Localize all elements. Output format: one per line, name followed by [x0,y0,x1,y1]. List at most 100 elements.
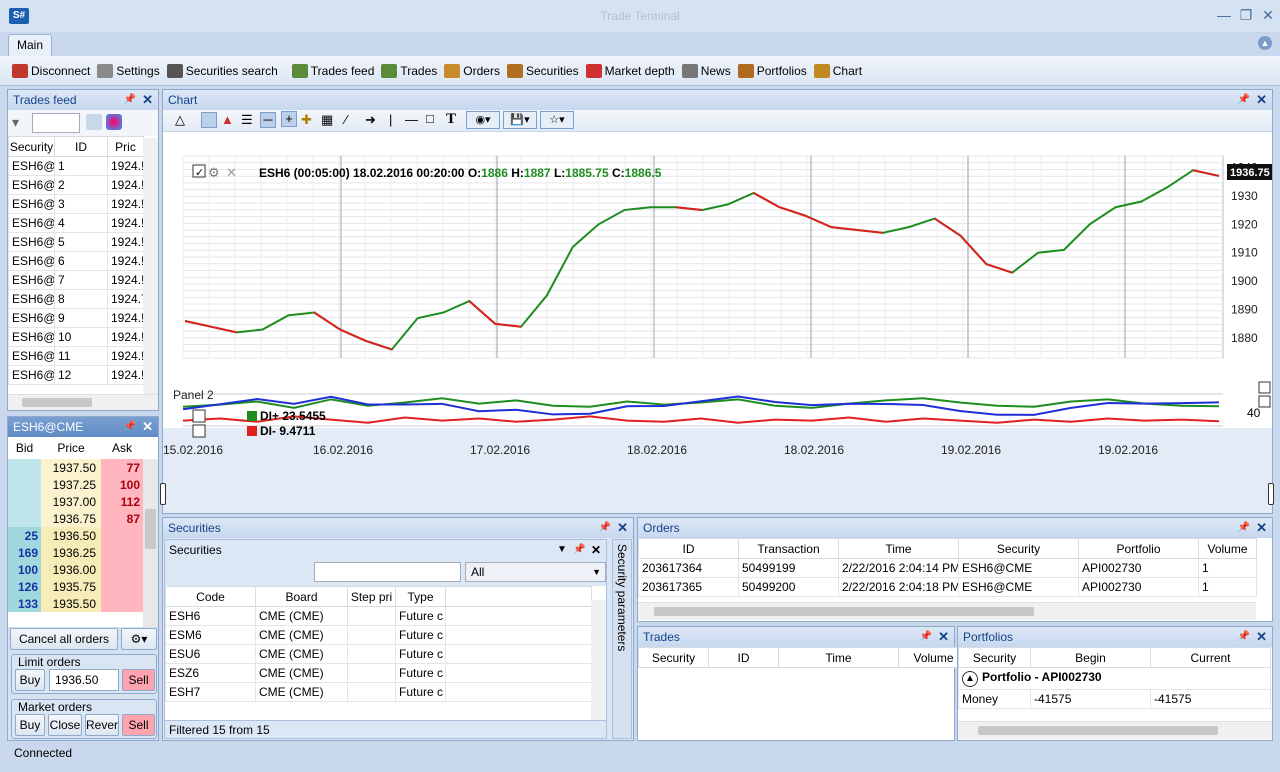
share-dropdown[interactable]: ☆▾ [540,111,574,129]
table-row[interactable]: ESH6@(71924.! [8,270,144,290]
maximize-button[interactable]: ❐ [1236,6,1256,24]
pin-icon[interactable]: 📌 [1238,90,1250,110]
table-row[interactable]: ESH6 CME (CME) Future c [165,606,592,626]
table-row[interactable]: Money -41575 -41575 [958,689,1271,709]
close-icon[interactable]: ✕ [591,540,601,560]
column-header[interactable]: Step pri [347,586,396,607]
di-minus-checkbox[interactable] [192,424,206,438]
limit-price-input[interactable]: 1936.50 [49,669,119,691]
portfolios-hscroll[interactable] [958,721,1272,739]
column-header[interactable]: Time [838,538,959,559]
column-header[interactable]: Ask [101,437,143,459]
market-buy-button[interactable]: Buy [15,714,45,736]
table-row[interactable]: ESH6@(101924.! [8,327,144,347]
close-icon[interactable]: ✕ [1256,518,1267,538]
trend-line-icon[interactable]: ∕ [345,112,347,127]
pin-icon[interactable]: 📌 [1238,627,1250,647]
close-icon[interactable]: ✕ [617,518,628,538]
filter-icon[interactable]: ▾ [12,114,19,131]
column-header[interactable]: Security [958,647,1031,668]
pin-icon[interactable]: 📌 [1238,518,1250,538]
trades-feed-button[interactable]: Trades feed [291,64,374,78]
market-reverse-button[interactable]: Rever [85,714,119,736]
text-icon[interactable]: T [446,111,456,128]
trades-feed-hscroll[interactable] [8,394,158,410]
security-parameters-tab[interactable]: Security parameters [612,539,632,739]
gear-dropdown-button[interactable]: ⚙▾ [121,628,157,650]
pin-icon[interactable]: 📌 [124,90,136,110]
table-row[interactable]: ESH7 CME (CME) Future c [165,682,592,702]
color-icon[interactable] [106,114,122,130]
series-remove-icon[interactable]: ✕ [226,165,237,180]
table-row[interactable]: 133 1935.50 [8,595,143,612]
pin-icon[interactable]: 📌 [573,540,585,560]
save-dropdown[interactable]: 💾▾ [503,111,537,129]
column-header[interactable]: Security [958,538,1079,559]
minimize-button[interactable]: — [1214,6,1234,24]
close-icon[interactable]: ✕ [142,417,153,437]
crosshair-icon[interactable]: + [281,111,297,127]
table-row[interactable]: 1937.00 112 [8,493,143,510]
column-header[interactable]: Security [8,136,55,157]
table-row[interactable]: 203617364 50499199 2/22/2016 2:04:14 PM ESH… [638,558,1257,578]
table-row[interactable]: ESH6@(121924.! [8,365,144,385]
collapse-ribbon-icon[interactable]: ▲ [1258,36,1272,50]
price-chart[interactable]: 188018901900191019201930194015.02.201616… [163,132,1272,513]
scale-icon[interactable]: ▦ [321,112,333,128]
column-header[interactable]: Bid [8,437,41,459]
column-header[interactable]: Type [395,586,446,607]
news-button[interactable]: News [681,64,731,78]
table-row[interactable]: ESM6 CME (CME) Future c [165,625,592,645]
pin-icon[interactable]: 📌 [124,417,136,437]
close-icon[interactable]: ✕ [142,90,153,110]
close-icon[interactable]: ✕ [938,627,949,647]
filter-spinner[interactable] [32,113,80,133]
table-row[interactable]: ESH6@(91924.! [8,308,144,328]
dropdown-arrow-icon[interactable]: ▼ [557,540,567,560]
securities-vscroll[interactable] [591,600,606,720]
column-header[interactable]: Volume [1198,538,1257,559]
securities-search-button[interactable]: Securities search [166,64,278,78]
column-header[interactable]: Portfolio [1078,538,1199,559]
securities-search-input[interactable] [314,562,461,582]
table-row[interactable]: ESH6@(21924.! [8,175,144,195]
column-header[interactable]: Code [165,586,256,607]
table-row[interactable]: 25 1936.50 [8,527,143,544]
column-header[interactable]: ID [638,538,739,559]
close-icon[interactable]: ✕ [1256,90,1267,110]
table-row[interactable]: ESH6@(111924.! [8,346,144,366]
vertical-line-icon[interactable]: | [389,112,392,127]
securities-type-select[interactable]: All ▼ [465,562,606,582]
column-header[interactable]: Pric [107,136,144,157]
horizontal-line-icon[interactable]: ─ [260,112,276,128]
legend-icon[interactable]: ☰ [241,112,253,128]
column-header[interactable]: Security [638,647,709,668]
close-icon[interactable]: ✕ [1256,627,1267,647]
column-header[interactable]: Current [1150,647,1271,668]
column-header[interactable]: Board [255,586,348,607]
table-row[interactable]: ESH6@(11924.! [8,156,144,176]
cursor-dropdown[interactable]: ◉▾ [466,111,500,129]
chart-button[interactable]: Chart [813,64,862,78]
table-row[interactable]: ESH6@(31924.! [8,194,144,214]
column-header[interactable]: Time [778,647,899,668]
disconnect-button[interactable]: Disconnect [12,64,90,78]
pin-icon[interactable]: 📌 [599,518,611,538]
orders-hscroll[interactable] [638,602,1256,620]
settings-button[interactable]: Settings [97,64,160,78]
settings-icon[interactable] [201,112,217,128]
table-row[interactable]: 100 1936.00 [8,561,143,578]
cancel-all-orders-button[interactable]: Cancel all orders [10,628,118,650]
market-depth-button[interactable]: Market depth [585,64,675,78]
orders-button[interactable]: Orders [444,64,500,78]
trades-feed-vscroll[interactable] [143,138,158,394]
table-row[interactable]: ESH6@(51924.! [8,232,144,252]
portfolios-button[interactable]: Portfolios [737,64,807,78]
left-splitter-handle[interactable] [160,483,166,505]
close-window-button[interactable]: ✕ [1258,6,1278,24]
series-gear-icon[interactable]: ⚙ [208,165,220,180]
collapse-icon[interactable]: ▲ [962,671,978,687]
column-header[interactable]: Begin [1030,647,1151,668]
indicator-icon[interactable]: ▲ [221,112,234,127]
column-header[interactable]: Transaction [738,538,839,559]
